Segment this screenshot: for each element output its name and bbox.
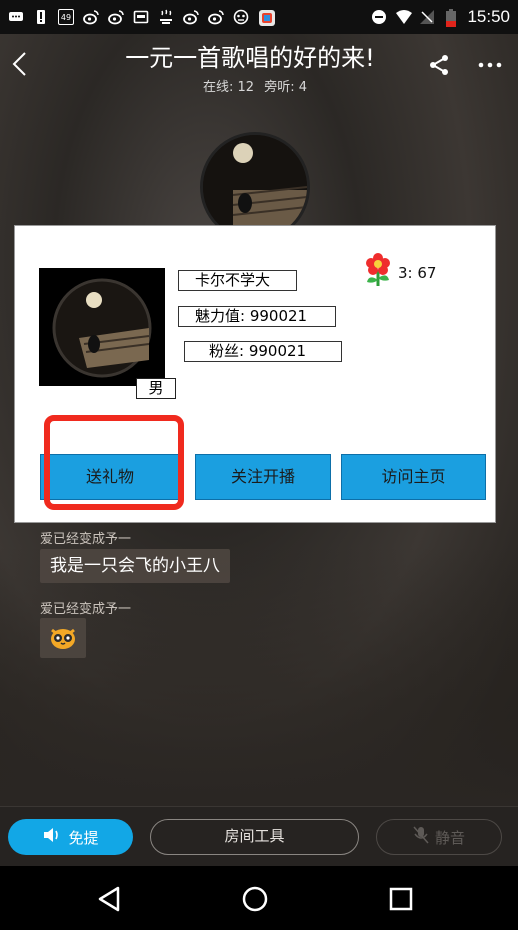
steam-icon [158,9,174,25]
room-controls: 免提 房间工具 静音 [0,806,518,866]
nav-back-icon[interactable] [92,882,126,916]
online-count: 在线: 12 [203,80,255,95]
weibo-icon [83,9,99,25]
notification-icons: 49 [8,9,275,26]
room-stats: 在线: 12 旁听: 4 [0,76,510,95]
charm-value-field: 魅力值: 990021 [178,306,336,327]
weibo-icon [208,9,224,25]
weibo-icon [183,9,199,25]
listener-count: 旁听: 4 [264,80,307,95]
chat-emoji-message [40,618,86,658]
nav-recents-icon[interactable] [384,882,418,916]
chat-username: 爱已经变成予一 [40,532,132,547]
mute-button[interactable]: 静音 [376,819,502,855]
status-bar: 49 15:50 [0,0,518,34]
speaker-icon [42,827,62,847]
more-options-icon[interactable] [476,52,506,78]
room-header: 一元一首歌唱的好的来! 在线: 12 旁听: 4 [0,34,518,98]
fans-count-field: 粉丝: 990021 [184,341,342,362]
chat-bubble-icon [8,9,24,25]
chat-message: 我是一只会飞的小王八 [40,549,230,583]
owl-emoji-icon [50,626,76,654]
room-title: 一元一首歌唱的好的来! [125,44,375,72]
clock: 15:50 [467,7,510,26]
game-icon [233,9,249,25]
mail-icon [133,9,149,25]
speaker-label: 免提 [68,828,99,847]
speaker-toggle-button[interactable]: 免提 [8,819,133,855]
wifi-icon [395,9,413,25]
username-field: 卡尔不学大 [178,270,297,291]
do-not-disturb-icon [371,9,387,25]
gender-label: 男 [136,378,176,399]
flower-icon [363,252,393,288]
flower-count: 3: 67 [398,264,437,282]
mute-label: 静音 [434,828,465,847]
send-gift-button[interactable]: 送礼物 [40,454,180,500]
nav-home-icon[interactable] [238,882,272,916]
share-icon[interactable] [426,52,452,78]
follow-button[interactable]: 关注开播 [195,454,331,500]
battery-icon [443,9,459,27]
room-tools-button[interactable]: 房间工具 [150,819,359,855]
user-profile-card: 男 卡尔不学大 魅力值: 990021 粉丝: 990021 3: 67 送礼物… [14,225,496,523]
no-signal-icon [419,9,435,25]
profile-avatar [39,268,165,386]
mic-muted-icon [413,826,429,848]
visit-homepage-button[interactable]: 访问主页 [341,454,486,500]
alert-icon [33,9,49,25]
badge-icon: 49 [58,9,74,25]
chat-username: 爱已经变成予一 [40,602,132,617]
system-nav-bar [0,866,518,930]
system-status: 15:50 [371,7,510,27]
app-icon [258,9,275,26]
weibo-icon [108,9,124,25]
